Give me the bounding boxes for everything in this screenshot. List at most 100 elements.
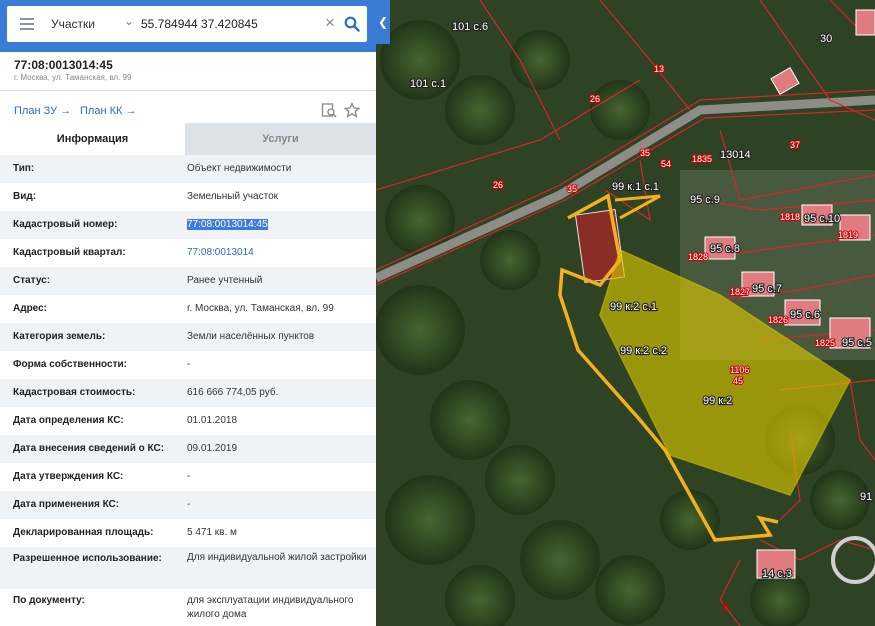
map-label: 99 к.2 [703,395,732,407]
parcel-number: 77:08:0013014:45 [14,58,113,72]
map-label: 101 с.6 [452,21,488,33]
close-icon[interactable]: × [325,14,335,32]
table-row: Статус: Ранее учтенный [0,267,376,295]
table-row: Разрешенное использование: Для индивидуа… [0,547,376,589]
map-label: 35 [567,184,577,194]
row-label: Кадастровая стоимость: [13,387,136,398]
row-label: Разрешенное использование: [13,553,162,564]
row-value: - [187,499,191,510]
chevron-down-icon[interactable]: ⌄ [124,14,134,28]
table-row: Кадастровый квартал: 77:08:0013014 [0,239,376,267]
map-label: 95 с.6 [790,309,820,321]
map-label: 1828 [688,252,708,262]
tabs: Информация Услуги [0,123,376,155]
map-label: 26 [493,180,503,190]
map-label: 1819 [838,230,858,240]
row-value[interactable]: 77:08:0013014:45 [187,218,367,232]
map-label: 45 [733,376,743,386]
map-label: 95 с.5 [842,337,872,349]
map-label: 1826 [768,315,788,325]
table-row: Дата утверждения КС: - [0,463,376,491]
row-value: Ранее учтенный [187,275,263,286]
selected-cadastral-number[interactable]: 77:08:0013014:45 [187,219,268,230]
row-label: Дата внесения сведений о КС: [13,443,165,454]
plan-zu-link[interactable]: План ЗУ → [14,105,71,117]
row-value: 09.01.2019 [187,443,238,454]
row-label: Вид: [13,191,37,202]
tab-info[interactable]: Информация [0,123,185,155]
search-icon[interactable] [344,16,360,32]
row-value: Для индивидуальной жилой застройки [187,552,367,563]
cadastral-quarter-link[interactable]: 77:08:0013014 [187,246,367,260]
parcel-address: г. Москва, ул. Таманская, вл. 99 [14,73,132,82]
map-label: 91 [860,491,872,503]
table-row: Кадастровый номер: 77:08:0013014:45 [0,211,376,239]
row-value: - [187,471,191,482]
star-icon[interactable] [344,102,360,118]
row-label: Кадастровый квартал: [13,247,126,258]
map-label: 1835 [692,154,712,164]
row-value: Земли населённых пунктов [187,331,315,342]
search-document-icon[interactable] [321,102,337,118]
row-value: для эксплуатации индивидуального жилого … [187,595,354,620]
row-value: - [187,359,191,370]
layer-select[interactable]: Участки [51,17,95,31]
table-row: Декларированная площадь: 5 471 кв. м [0,519,376,547]
map-label: 14 с.3 [762,568,792,580]
table-row: Адрес: г. Москва, ул. Таманская, вл. 99 [0,295,376,323]
row-value: Земельный участок [187,191,279,202]
row-value: 01.01.2018 [187,415,238,426]
map-label: 95 с.7 [752,283,782,295]
row-label: Категория земель: [13,331,106,342]
map-label: 8 [722,599,729,614]
row-label: Дата применения КС: [13,499,120,510]
row-label: Адрес: [13,303,47,314]
table-row: Кадастровая стоимость: 616 666 774,05 ру… [0,379,376,407]
menu-icon[interactable] [20,18,34,30]
map-label: 99 к.1 с.1 [612,181,659,193]
row-value: 616 666 774,05 руб. [187,387,279,398]
table-row: Дата внесения сведений о КС: 09.01.2019 [0,435,376,463]
map-label: 1106 [730,365,749,375]
search-bar: Участки ⌄ × [0,0,376,52]
row-label: Дата утверждения КС: [13,471,124,482]
map-label: 26 [590,94,600,104]
plan-kk-link[interactable]: План КК → [80,105,136,117]
map-label: 35 [640,148,650,158]
row-value: 5 471 кв. м [187,527,237,538]
row-label: Форма собственности: [13,359,127,370]
row-label: Кадастровый номер: [13,219,118,230]
row-label: Тип: [13,163,35,174]
search-box: Участки ⌄ × [7,6,367,42]
row-value: г. Москва, ул. Таманская, вл. 99 [187,303,334,314]
info-panel: Участки ⌄ × 77:08:0013014:45 г. Москва, … [0,0,376,626]
map-label: 30 [820,33,832,45]
chevron-left-icon[interactable]: ❮ [378,15,388,29]
map-label: 13 [654,64,664,74]
search-input[interactable] [141,13,319,35]
map-label: 99 к.2 с.2 [620,345,667,357]
map-label: 1827 [730,287,750,297]
table-row: Тип: Объект недвижимости [0,155,376,183]
table-row: По документу: для эксплуатации индивидуа… [0,589,376,626]
map-label: 13014 [720,149,751,161]
map-label: 95 с.10 [804,213,840,225]
map-label: 101 с.1 [410,78,446,90]
tab-services[interactable]: Услуги [185,123,376,155]
map-label: 1825 [815,338,835,348]
table-row: Дата определения КС: 01.01.2018 [0,407,376,435]
row-label: Дата определения КС: [13,415,124,426]
map-label: 54 [661,159,671,169]
row-label: Статус: [13,275,51,286]
row-label: Декларированная площадь: [13,527,154,538]
table-row: Категория земель: Земли населённых пункт… [0,323,376,351]
table-row: Форма собственности: - [0,351,376,379]
map-label: 1818 [780,212,800,222]
map-label: 99 к.2 с.1 [610,301,657,313]
row-value: Объект недвижимости [187,163,292,174]
table-row: Вид: Земельный участок [0,183,376,211]
map-label: 95 с.9 [690,194,720,206]
collapse-panel-button[interactable]: ❮ [376,0,390,44]
table-row: Дата применения КС: - [0,491,376,519]
map-label: 95 с.8 [710,243,740,255]
